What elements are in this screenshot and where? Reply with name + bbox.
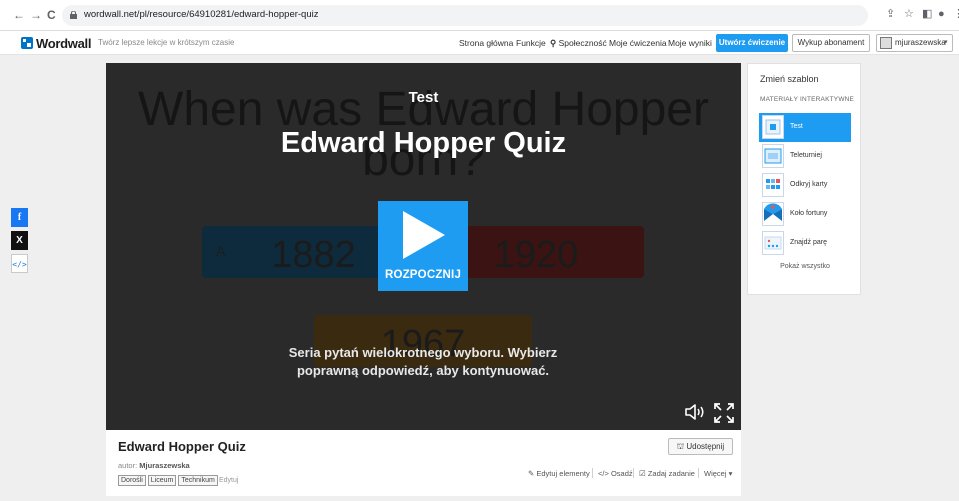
template-quiz[interactable]: Test	[759, 113, 851, 142]
wheel-template-icon	[762, 202, 784, 226]
template-panel-heading: Zmień szablon	[760, 74, 819, 84]
activity-info-panel: Edward Hopper Quiz autor: Mjuraszewska D…	[106, 430, 741, 496]
wordwall-logo[interactable]: Wordwall	[21, 35, 91, 51]
activity-description: Seria pytań wielokrotnego wyboru. Wybier…	[288, 345, 558, 378]
more-action[interactable]: Więcej ▾	[704, 469, 732, 478]
divider	[633, 468, 634, 478]
template-gameshow[interactable]: Teleturniej	[759, 142, 851, 171]
more-label: Więcej	[704, 469, 727, 478]
template-section-label: MATERIAŁY INTERAKTYWNE	[760, 96, 855, 103]
activity-type: Test	[408, 89, 439, 106]
assignment-icon: ☑	[639, 469, 648, 478]
nav-my-activities[interactable]: Moje ćwiczenia	[609, 38, 667, 48]
flip-tiles-template-icon	[762, 173, 784, 197]
divider	[592, 468, 593, 478]
nav-my-results[interactable]: Moje wyniki	[668, 38, 712, 48]
divider	[698, 468, 699, 478]
set-assignment-action[interactable]: ☑ Zadaj zadanie	[639, 469, 695, 478]
nav-home[interactable]: Strona główna	[459, 38, 513, 48]
author-line: autor: Mjuraszewska	[118, 461, 190, 470]
logo-text: Wordwall	[36, 35, 92, 51]
quiz-template-icon	[762, 115, 784, 139]
lock-icon	[70, 11, 77, 19]
browser-toolbar: ← → C wordwall.net/pl/resource/64910281/…	[0, 0, 959, 31]
code-icon: </>	[598, 469, 611, 478]
browser-menu-icon[interactable]: ⋮	[953, 8, 959, 20]
tag[interactable]: Technikum	[178, 475, 218, 486]
tag[interactable]: Liceum	[147, 475, 177, 486]
share-button-label: Udostępnij	[686, 442, 725, 451]
tagline: Twórz lepsze lekcje w krótszym czasie	[98, 38, 235, 47]
profile-icon[interactable]: ●	[938, 8, 945, 20]
start-button-label: ROZPOCZNIJ	[384, 269, 462, 281]
bookmark-star-icon[interactable]: ☆	[904, 8, 914, 20]
sound-icon[interactable]	[685, 404, 705, 420]
search-icon: ⚲	[550, 38, 559, 48]
show-all-templates-link[interactable]: Pokaż wszystko	[748, 263, 862, 270]
embed-share-button[interactable]: </>	[11, 254, 28, 273]
activity-title: Edward Hopper Quiz	[118, 439, 246, 454]
logo-icon	[21, 37, 33, 49]
facebook-share-button[interactable]: f	[11, 208, 28, 227]
edit-tags-link[interactable]: Edytuj	[219, 477, 238, 484]
template-label: Odkryj karty	[790, 181, 828, 188]
gameshow-template-icon	[762, 144, 784, 168]
edit-content-label: Edytuj elementy	[536, 469, 590, 478]
template-label: Koło fortuny	[790, 210, 828, 217]
activity-player: When was Edward Hopper born? A 1882 1920…	[106, 63, 741, 430]
share-button[interactable]: ⛫ Udostępnij	[668, 438, 733, 455]
template-flip-tiles[interactable]: Odkryj karty	[759, 171, 851, 200]
subscribe-button[interactable]: Wykup abonament	[792, 34, 870, 52]
tag-list: Dorośli Liceum Technikum	[118, 475, 218, 486]
chevron-down-icon: ▾	[726, 469, 733, 478]
fullscreen-icon[interactable]	[714, 403, 734, 423]
edit-content-action[interactable]: ✎ Edytuj elementy	[528, 469, 590, 478]
template-panel: Zmień szablon MATERIAŁY INTERAKTYWNE Tes…	[747, 63, 861, 295]
reload-icon[interactable]: C	[47, 9, 56, 21]
nav-features[interactable]: Funkcje	[516, 38, 546, 48]
avatar	[880, 37, 892, 49]
nav-community-label: Społeczność	[558, 38, 607, 48]
match-up-template-icon	[762, 231, 784, 255]
template-match-up[interactable]: Znajdź parę	[759, 229, 851, 258]
forward-icon[interactable]: →	[30, 9, 42, 21]
template-label: Znajdź parę	[790, 239, 827, 246]
activity-title-overlay: Edward Hopper Quiz	[280, 127, 567, 159]
embed-label: Osadź	[610, 469, 633, 478]
create-activity-button[interactable]: Utwórz ćwiczenie	[716, 34, 788, 52]
url-text: wordwall.net/pl/resource/64910281/edward…	[84, 9, 319, 20]
author-prefix: autor:	[118, 461, 138, 470]
set-assignment-label: Zadaj zadanie	[647, 469, 695, 478]
embed-action[interactable]: </> Osadź	[598, 469, 633, 478]
address-bar[interactable]: wordwall.net/pl/resource/64910281/edward…	[62, 5, 868, 26]
share-page-icon[interactable]: ⇪	[886, 8, 895, 20]
template-label: Teleturniej	[790, 152, 822, 159]
start-button[interactable]: ROZPOCZNIJ	[378, 201, 468, 291]
user-menu[interactable]: mjuraszewska ▾	[876, 34, 953, 52]
back-icon[interactable]: ←	[13, 9, 25, 21]
nav-community[interactable]: ⚲ Społeczność	[550, 38, 607, 49]
x-share-button[interactable]: X	[11, 231, 28, 250]
chevron-down-icon: ▾	[944, 39, 948, 46]
sidebar-icon[interactable]: ◧	[922, 8, 932, 20]
site-header: Wordwall Twórz lepsze lekcje w krótszym …	[0, 31, 959, 55]
template-wheel[interactable]: Koło fortuny	[759, 200, 851, 229]
template-label: Test	[790, 123, 803, 130]
username: mjuraszewska	[895, 38, 946, 47]
tag[interactable]: Dorośli	[118, 475, 146, 486]
author-name[interactable]: Mjuraszewska	[139, 461, 189, 470]
share-icon: ⛫	[676, 442, 687, 451]
play-icon	[403, 211, 445, 259]
